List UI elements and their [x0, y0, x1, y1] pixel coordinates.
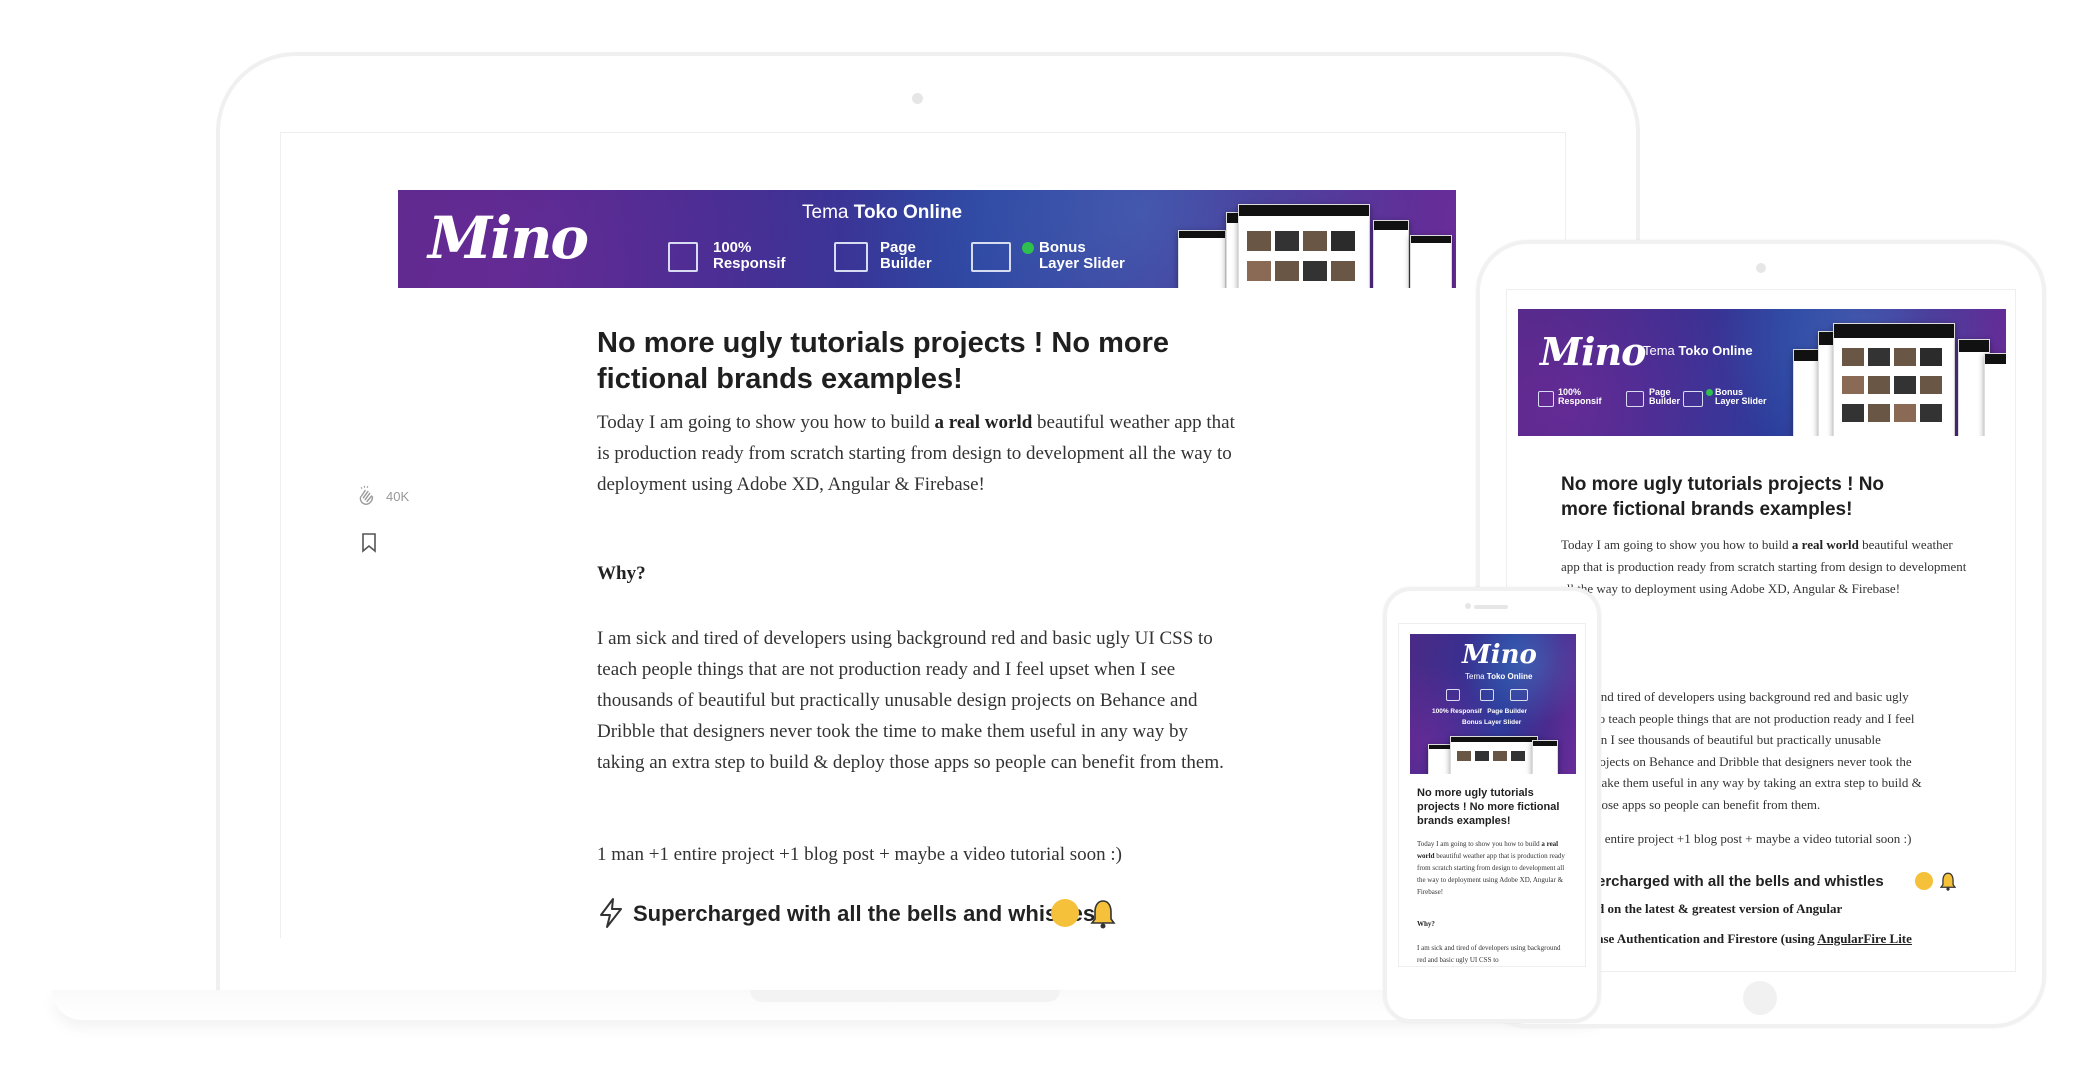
article-intro: Today I am going to show you how to buil…: [597, 412, 1235, 495]
section-heading: Supercharged with all the bells and whis…: [597, 897, 1297, 931]
why-heading: Why?: [597, 563, 646, 584]
theme-preview-image: [1373, 220, 1409, 288]
article-title: No more ugly tutorials projects ! No mor…: [597, 327, 1170, 395]
clap-icon: [359, 485, 374, 505]
mino-banner[interactable]: Mino Tema Toko Online 100% Responsif Page…: [398, 190, 1456, 288]
surprised-face-icon: [1915, 872, 1933, 890]
phone-screen: Mino Tema Toko Online 100% Responsif Pag…: [1398, 623, 1586, 967]
laptop-screen: Mino Tema Toko Online 100% Responsif Page…: [280, 132, 1566, 938]
mino-banner[interactable]: Mino Tema Toko Online 100% Responsif Pag…: [1410, 634, 1576, 774]
tablet-camera: [1756, 263, 1766, 273]
laptop-notch: [750, 990, 1060, 1002]
laptop-camera: [912, 93, 923, 104]
angularfire-link[interactable]: AngularFire Lite: [1817, 931, 1912, 946]
theme-preview-image: [1238, 204, 1370, 288]
mino-banner[interactable]: Mino Tema Toko Online 100% Responsif Page…: [1518, 309, 2006, 436]
bookmark-icon: [362, 533, 376, 553]
surprised-face-icon: [1051, 899, 1079, 927]
feature-responsive: 100% Responsif: [713, 239, 786, 272]
bell-icon: [1090, 900, 1116, 929]
article-intro: Today I am going to show you how to buil…: [1417, 840, 1565, 896]
phone-camera: [1465, 603, 1471, 609]
article-title: No more ugly tutorials projects ! No mor…: [1561, 474, 1885, 520]
formula-text-partial: 1 entire project +1 blog post + maybe a …: [1595, 831, 1912, 846]
article-intro: Today I am going to show you how to buil…: [1561, 537, 1967, 596]
why-paragraph: I am sick and tired of developers using …: [597, 628, 1224, 773]
clap-count: 40K: [386, 489, 410, 504]
why-paragraph-partial: and tired of developers using background…: [1595, 689, 1922, 812]
bell-icon: [1939, 872, 1957, 891]
tablet-home-button[interactable]: [1743, 981, 1777, 1015]
slider-icon: [971, 242, 1011, 272]
theme-preview-image: [1410, 235, 1452, 288]
formula-text: 1 man +1 entire project +1 blog post + m…: [597, 844, 1122, 865]
feature-page-builder: Page Builder: [880, 239, 932, 272]
feature-bonus: Bonus Layer Slider: [1039, 239, 1125, 272]
banner-title: Tema Toko Online: [802, 202, 963, 223]
banner-logo: Mino: [428, 204, 589, 272]
phone-speaker: [1474, 605, 1508, 609]
theme-preview-image: [1178, 230, 1226, 288]
check-icon: [1022, 242, 1034, 254]
section-heading-partial: ercharged with all the bells and whistle…: [1597, 872, 1997, 894]
why-paragraph-partial: I am sick and tired of developers using …: [1417, 944, 1561, 964]
bookmark-button[interactable]: [361, 533, 377, 553]
why-heading: Why?: [1417, 920, 1435, 928]
bullet-angular: d on the latest & greatest version of An…: [1597, 901, 1843, 916]
clap-button[interactable]: 40K: [356, 485, 416, 509]
bullet-firebase: ase Authentication and Firestore (using …: [1597, 931, 1912, 946]
page-builder-icon: [834, 242, 868, 272]
article-title: No more ugly tutorials projects ! No mor…: [1417, 787, 1560, 827]
responsive-icon: [668, 242, 698, 272]
lightning-icon: [600, 898, 622, 928]
